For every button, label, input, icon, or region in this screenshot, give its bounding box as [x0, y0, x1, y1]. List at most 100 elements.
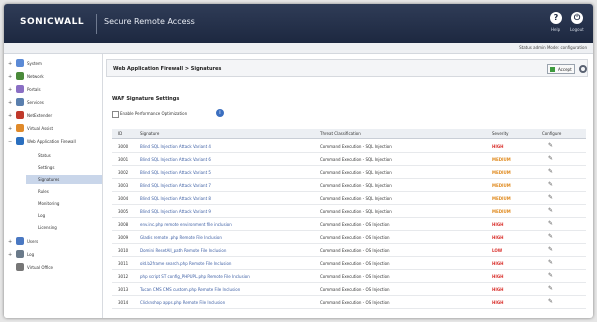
signature-name-link[interactable]: Blind SQL Injection Attack Variant 4: [140, 144, 211, 149]
configure-edit-icon[interactable]: ✎: [548, 181, 555, 188]
signature-id: 3001: [118, 157, 129, 162]
severity-badge: HIGH: [492, 144, 504, 149]
threat-classification: Command Execution - SQL Injection: [320, 144, 392, 149]
signature-name-link[interactable]: env.inc.php remote environment file incl…: [140, 222, 232, 227]
configure-edit-icon[interactable]: ✎: [548, 220, 555, 227]
signature-name-link[interactable]: Clicknshop apps.php Remote File Inclusio…: [140, 300, 225, 305]
help-icon[interactable]: ?: [550, 12, 562, 24]
expand-icon[interactable]: +: [8, 74, 12, 80]
sidebar-subitem-licensing[interactable]: Licensing: [26, 223, 102, 232]
expand-icon[interactable]: +: [8, 126, 12, 132]
configure-edit-icon[interactable]: ✎: [548, 194, 555, 201]
sidebar-item-web-application-firewall[interactable]: − Web Application Firewall: [8, 137, 102, 147]
signature-name-link[interactable]: Blind SQL Injection Attack Variant 7: [140, 183, 211, 188]
sidebar-subitem-signatures[interactable]: Signatures: [26, 175, 102, 184]
threat-classification: Command Execution - OS Injection: [320, 300, 390, 305]
configure-edit-icon[interactable]: ✎: [548, 168, 555, 175]
sidebar-item-portals[interactable]: + Portals: [8, 85, 102, 95]
signature-id: 3004: [118, 196, 129, 201]
help-label[interactable]: Help: [551, 27, 560, 32]
configure-edit-icon[interactable]: ✎: [548, 142, 555, 149]
configure-edit-icon[interactable]: ✎: [548, 272, 555, 279]
column-header-severity[interactable]: Severity: [492, 131, 509, 136]
sidebar-item-virtual-assist[interactable]: + Virtual Assist: [8, 124, 102, 134]
app-title: Secure Remote Access: [104, 17, 195, 26]
configure-edit-icon[interactable]: ✎: [548, 246, 555, 253]
page-title: Web Application Firewall > Signatures: [113, 66, 222, 72]
expand-icon[interactable]: +: [8, 113, 12, 119]
sidebar-item-users[interactable]: + Users: [8, 237, 102, 247]
sidebar-item-system[interactable]: + System: [8, 59, 102, 69]
sidebar-item-virtual-office[interactable]: Virtual Office: [8, 263, 102, 273]
column-header-id[interactable]: ID: [118, 131, 122, 136]
sidebar-subitem-status[interactable]: Status: [26, 151, 102, 160]
sidebar-item-services[interactable]: + Services: [8, 98, 102, 108]
collapse-icon[interactable]: −: [8, 139, 12, 145]
threat-classification: Command Execution - OS Injection: [320, 261, 390, 266]
top-header: SONICWALL Secure Remote Access ? Help ⏻ …: [4, 4, 593, 43]
expand-icon[interactable]: +: [8, 100, 12, 106]
network-icon: [16, 72, 24, 80]
sidebar-subitem-rules[interactable]: Rules: [26, 187, 102, 196]
system-icon: [16, 59, 24, 67]
accept-button[interactable]: Accept: [547, 64, 575, 74]
expand-icon[interactable]: +: [8, 87, 12, 93]
signature-name-link[interactable]: Domini ResetAll_path Remote File Inclusi…: [140, 248, 226, 253]
main-content: Web Application Firewall > Signatures Ac…: [106, 59, 588, 318]
threat-classification: Command Execution - SQL Injection: [320, 183, 392, 188]
signature-name-link[interactable]: old.b2frame search.php Remote File Inclu…: [140, 261, 231, 266]
signature-name-link[interactable]: Gladis remote .php Remote File Inclusion: [140, 235, 222, 240]
configure-edit-icon[interactable]: ✎: [548, 298, 555, 305]
signature-name-link[interactable]: Blind SQL Injection Attack Variant 6: [140, 157, 211, 162]
table-row: 3009 Gladis remote .php Remote File Inclu…: [112, 231, 586, 244]
severity-badge: MEDIUM: [492, 196, 511, 201]
signature-name-link[interactable]: Blind SQL Injection Attack Variant 8: [140, 196, 211, 201]
configure-edit-icon[interactable]: ✎: [548, 233, 555, 240]
severity-badge: HIGH: [492, 300, 504, 305]
expand-icon[interactable]: +: [8, 61, 12, 67]
column-header-signature[interactable]: Signature: [140, 131, 159, 136]
virtual-office-icon: [16, 263, 24, 271]
signature-name-link[interactable]: Blind SQL Injection Attack Variant 5: [140, 170, 211, 175]
gear-icon[interactable]: [579, 65, 587, 73]
log-icon: [16, 250, 24, 258]
checkmark-icon: [550, 67, 555, 72]
page-header: Web Application Firewall > Signatures Ac…: [106, 59, 588, 77]
signature-id: 3003: [118, 183, 129, 188]
sidebar-item-netextender[interactable]: + NetExtender: [8, 111, 102, 121]
performance-optimization-checkbox[interactable]: [112, 111, 119, 118]
sidebar-item-log[interactable]: + Log: [8, 250, 102, 260]
column-header-classification[interactable]: Threat Classification: [320, 131, 361, 136]
sidebar-subitem-log[interactable]: Log: [26, 211, 102, 220]
threat-classification: Command Execution - SQL Injection: [320, 157, 392, 162]
logout-label[interactable]: Logout: [570, 27, 584, 32]
sidebar-item-label: Network: [27, 74, 44, 79]
configure-edit-icon[interactable]: ✎: [548, 259, 555, 266]
logout-icon[interactable]: ⏻: [571, 12, 583, 24]
configure-edit-icon[interactable]: ✎: [548, 207, 555, 214]
table-row: 3014 Clicknshop apps.php Remote File Incl…: [112, 296, 586, 309]
signature-name-link[interactable]: php script ST config_PHPUPL.php Remote F…: [140, 274, 250, 279]
table-row: 3013 Tucan CMS CMS custom.php Remote File…: [112, 283, 586, 296]
sidebar-subitem-monitoring[interactable]: Monitoring: [26, 199, 102, 208]
signature-name-link[interactable]: Blind SQL Injection Attack Variant 9: [140, 209, 211, 214]
expand-icon[interactable]: +: [8, 239, 12, 245]
sidebar-subitem-label: Monitoring: [38, 201, 60, 206]
portals-icon: [16, 85, 24, 93]
signature-name-link[interactable]: Tucan CMS CMS custom.php Remote File Inc…: [140, 287, 240, 292]
configure-edit-icon[interactable]: ✎: [548, 285, 555, 292]
expand-icon[interactable]: +: [8, 252, 12, 258]
performance-optimization-label: Enable Performance Optimization: [120, 111, 188, 116]
signature-id: 3013: [118, 287, 129, 292]
table-row: 3001 Blind SQL Injection Attack Variant 6…: [112, 153, 586, 166]
sidebar-item-network[interactable]: + Network: [8, 72, 102, 82]
info-icon[interactable]: i: [216, 109, 224, 117]
sidebar-item-label: System: [27, 61, 42, 66]
table-row: 3011 old.b2frame search.php Remote File I…: [112, 257, 586, 270]
sidebar-subitem-settings[interactable]: Settings: [26, 163, 102, 172]
sidebar-item-label: NetExtender: [27, 113, 53, 118]
configure-edit-icon[interactable]: ✎: [548, 155, 555, 162]
section-title: WAF Signature Settings: [112, 96, 180, 102]
signature-id: 3008: [118, 222, 129, 227]
sidebar-subitem-label: Settings: [38, 165, 55, 170]
